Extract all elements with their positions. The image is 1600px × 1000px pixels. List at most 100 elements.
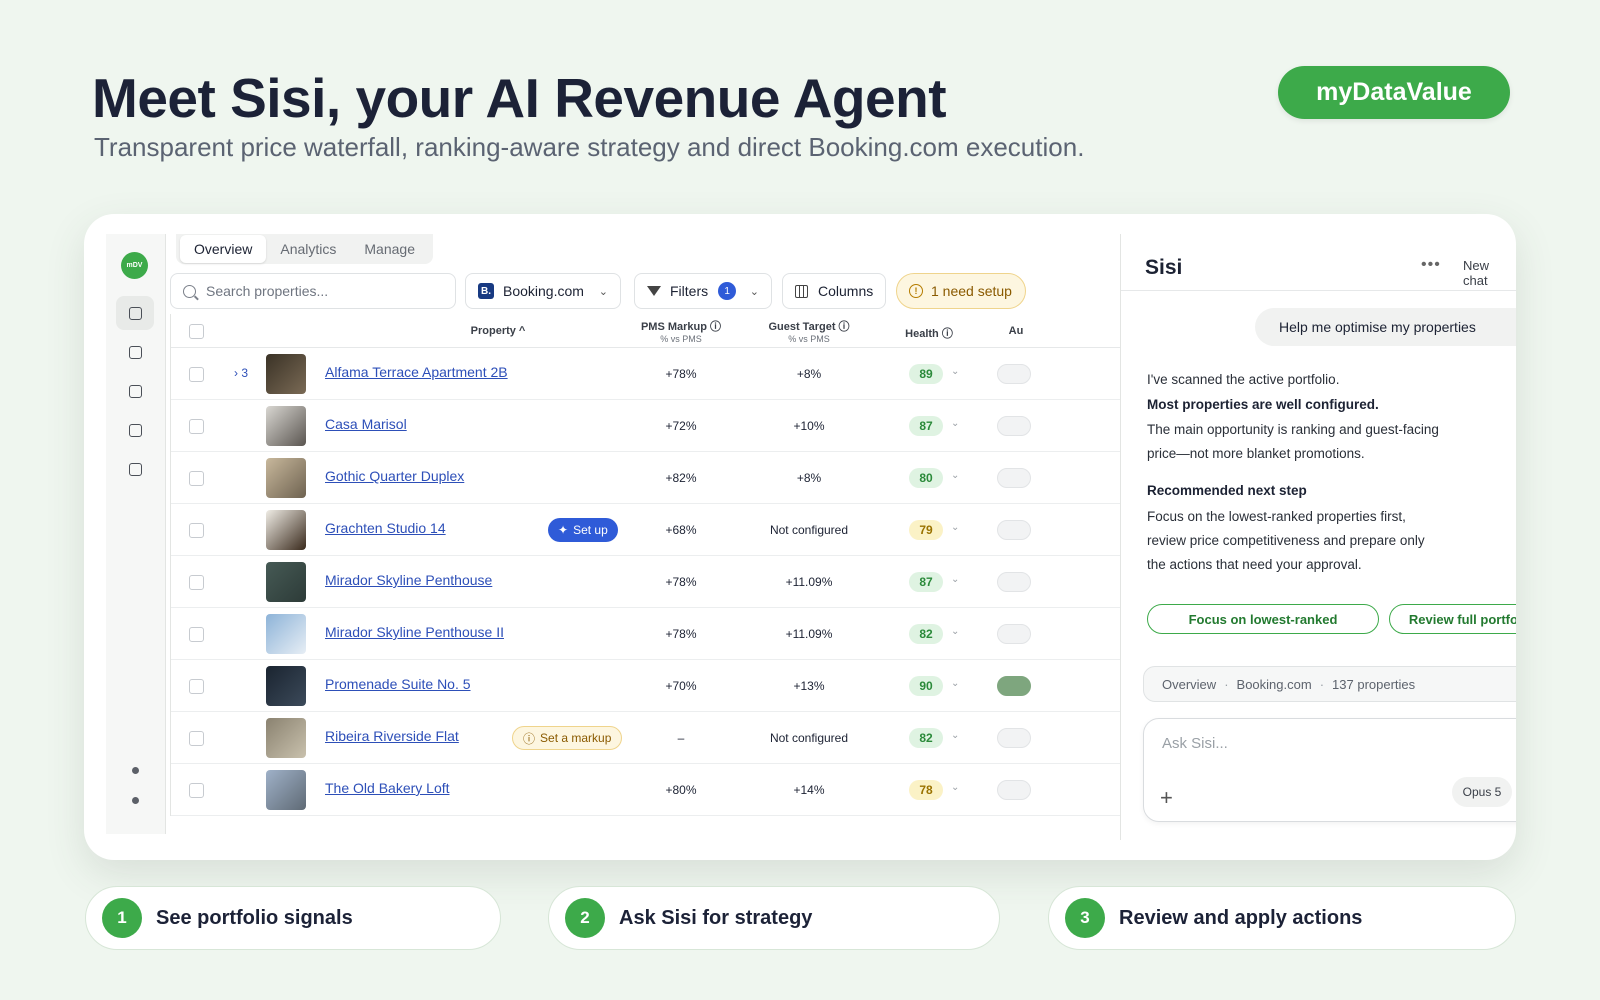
ai-message-line: The main opportunity is ranking and gues… [1147,422,1439,437]
rail-dot-icon[interactable] [132,767,139,774]
col-property[interactable]: Property ^ [443,325,553,337]
rail-nav-3[interactable] [116,374,154,408]
property-name-link[interactable]: Mirador Skyline Penthouse [325,572,492,588]
table-row[interactable]: Casa Marisol +72% +10% 87 ⌄ [171,400,1120,452]
property-name-link[interactable]: The Old Bakery Loft [325,780,450,796]
pms-markup-value: +68% [665,523,697,537]
row-checkbox[interactable] [189,419,204,434]
col-pms-label: PMS Markup ⓘ [640,321,722,333]
chevron-down-icon: ⌄ [598,285,608,298]
property-name-link[interactable]: Casa Marisol [325,416,407,432]
chevron-down-icon[interactable]: ⌄ [951,626,959,637]
step-number: 1 [102,898,142,938]
chevron-down-icon[interactable]: ⌄ [951,574,959,585]
chevron-down-icon[interactable]: ⌄ [951,730,959,741]
columns-button[interactable]: Columns [782,273,886,309]
auto-toggle[interactable] [997,780,1031,800]
user-message: Help me optimise my properties [1255,308,1516,346]
table-row[interactable]: Grachten Studio 14 ✦ Set up +68% Not configu… [171,504,1120,556]
col-auto[interactable]: Au [1001,325,1031,337]
row-checkbox[interactable] [189,679,204,694]
col-guest-label: Guest Target ⓘ [768,321,850,333]
col-pms-markup[interactable]: PMS Markup ⓘ% vs PMS [631,318,731,344]
health-score-badge: 87 [909,572,943,592]
set-markup-button[interactable]: ⓘ Set a markup [512,726,623,750]
rail-nav-1[interactable] [116,296,154,330]
rail-nav-4[interactable] [116,413,154,447]
app-logo[interactable]: mDV [121,252,148,279]
table-row[interactable]: Promenade Suite No. 5 +70% +13% 90 ⌄ [171,660,1120,712]
need-setup-badge[interactable]: ! 1 need setup [896,273,1026,309]
review-portfolio-chip[interactable]: Review full portfolio [1389,604,1516,634]
property-name-link[interactable]: Promenade Suite No. 5 [325,676,471,692]
auto-toggle[interactable] [997,364,1031,384]
property-name-link[interactable]: Alfama Terrace Apartment 2B [325,364,508,380]
row-checkbox[interactable] [189,523,204,538]
rail-dot-icon[interactable] [132,797,139,804]
step-label: See portfolio signals [156,906,353,929]
row-checkbox[interactable] [189,367,204,382]
brand-pill[interactable]: myDataValue [1278,66,1510,119]
focus-lowest-ranked-chip[interactable]: Focus on lowest-ranked [1147,604,1379,634]
chat-composer[interactable]: Ask Sisi... + Opus 5 ↑ [1143,718,1516,822]
property-name-link[interactable]: Ribeira Riverside Flat [325,728,459,744]
chevron-down-icon[interactable]: ⌄ [951,470,959,481]
table-row[interactable]: › 3 Alfama Terrace Apartment 2B +78% +8% 89 ⌄ [171,348,1120,400]
tab-analytics[interactable]: Analytics [266,235,350,263]
auto-toggle[interactable] [997,520,1031,540]
row-checkbox[interactable] [189,471,204,486]
chevron-down-icon[interactable]: ⌄ [951,522,959,533]
booking-logo-icon: B. [478,283,494,299]
auto-toggle[interactable] [997,728,1031,748]
property-name-link[interactable]: Grachten Studio 14 [325,520,446,536]
property-name-link[interactable]: Mirador Skyline Penthouse II [325,624,504,640]
rail-nav-2[interactable] [116,335,154,369]
table-row[interactable]: Gothic Quarter Duplex +82% +8% 80 ⌄ [171,452,1120,504]
col-guest-sub: % vs PMS [788,334,830,344]
table-row[interactable]: Mirador Skyline Penthouse II +78% +11.09% 8… [171,608,1120,660]
auto-toggle[interactable] [997,676,1031,696]
health-score-badge: 87 [909,416,943,436]
more-options-icon[interactable]: ••• [1421,256,1441,274]
chevron-down-icon[interactable]: ⌄ [951,366,959,377]
chevron-down-icon[interactable]: ⌄ [951,782,959,793]
plus-icon[interactable]: + [1160,785,1173,811]
property-thumbnail [266,406,306,446]
auto-toggle[interactable] [997,416,1031,436]
auto-toggle[interactable] [997,468,1031,488]
property-thumbnail [266,770,306,810]
chevron-down-icon: ⌄ [749,285,759,298]
chevron-down-icon[interactable]: ⌄ [951,678,959,689]
search-input[interactable]: Search properties... [170,273,456,309]
auto-toggle[interactable] [997,624,1031,644]
step-3: 3 Review and apply actions [1048,886,1516,950]
property-name-link[interactable]: Gothic Quarter Duplex [325,468,464,484]
channel-select[interactable]: B. Booking.com ⌄ [465,273,621,309]
row-checkbox[interactable] [189,627,204,642]
sparkle-icon: ✦ [558,523,569,537]
step-label: Review and apply actions [1119,906,1363,929]
chevron-down-icon[interactable]: ⌄ [951,418,959,429]
filters-label: Filters [670,283,709,299]
chat-input[interactable]: Ask Sisi... [1162,735,1228,752]
col-health[interactable]: Health ⓘ [889,325,969,341]
expand-group-toggle[interactable]: › 3 [234,366,248,380]
row-checkbox[interactable] [189,575,204,590]
new-chat-button[interactable]: New chat [1463,258,1516,288]
col-guest-target[interactable]: Guest Target ⓘ% vs PMS [759,318,859,344]
health-score-badge: 80 [909,468,943,488]
table-row[interactable]: Ribeira Riverside Flat ⓘ Set a markup – Not … [171,712,1120,764]
model-selector[interactable]: Opus 5 [1452,777,1512,807]
table-row[interactable]: The Old Bakery Loft +80% +14% 78 ⌄ [171,764,1120,816]
table-row[interactable]: Mirador Skyline Penthouse +78% +11.09% 87 ⌄ [171,556,1120,608]
rail-nav-5[interactable] [116,452,154,486]
app-window: mDV Overview Analytics Manage Search pro… [84,214,1516,860]
tab-manage[interactable]: Manage [350,235,429,263]
select-all-checkbox[interactable] [189,324,204,339]
filters-button[interactable]: Filters 1 ⌄ [634,273,772,309]
set-up-button[interactable]: ✦ Set up [548,518,618,542]
row-checkbox[interactable] [189,731,204,746]
row-checkbox[interactable] [189,783,204,798]
auto-toggle[interactable] [997,572,1031,592]
tab-overview[interactable]: Overview [180,235,267,263]
